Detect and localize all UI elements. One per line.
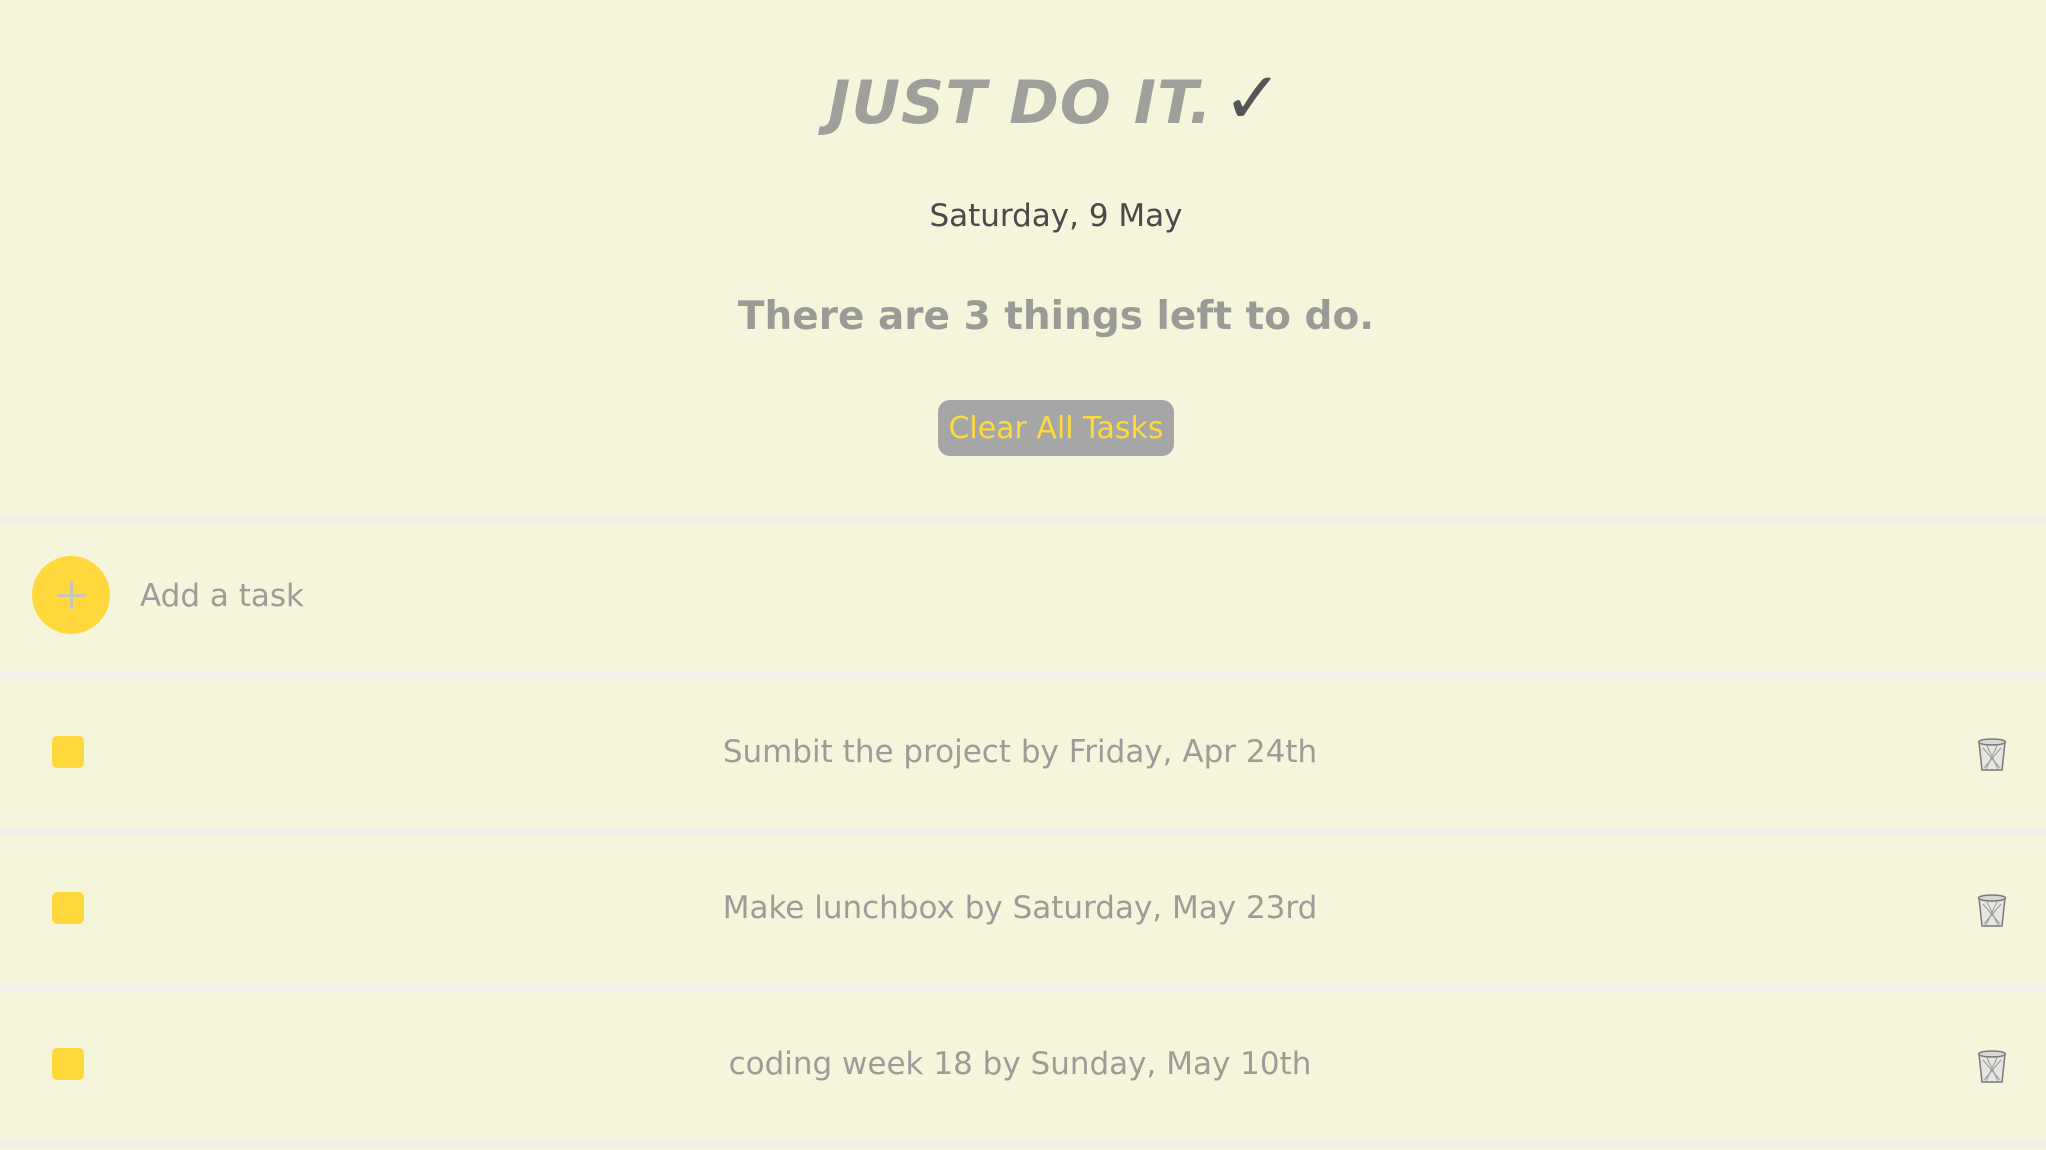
app-title-text: JUST DO IT. [828, 68, 1213, 138]
divider [0, 516, 2046, 524]
task-item: Sumbit the project by Friday, Apr 24th [0, 680, 2046, 828]
current-date: Saturday, 9 May [929, 198, 1183, 234]
task-text: coding week 18 by Sunday, May 10th [728, 1046, 1312, 1082]
divider [0, 984, 2046, 992]
trash-icon[interactable] [1976, 1048, 2008, 1084]
divider [0, 672, 2046, 680]
task-text: Sumbit the project by Friday, Apr 24th [722, 734, 1318, 770]
divider [0, 1140, 2046, 1148]
clear-all-tasks-button[interactable]: Clear All Tasks [938, 400, 1174, 456]
trash-icon[interactable] [1976, 892, 2008, 928]
trash-icon[interactable] [1976, 736, 2008, 772]
checkmark-icon: ✓ [1222, 56, 1284, 140]
tasks-remaining-text: There are 3 things left to do. [737, 294, 1375, 339]
add-task-input[interactable] [140, 572, 940, 620]
task-text: Make lunchbox by Saturday, May 23rd [722, 890, 1318, 926]
task-item: coding week 18 by Sunday, May 10th [0, 992, 2046, 1140]
add-task-button[interactable] [32, 556, 110, 634]
app-title: JUST DO IT. ✓ [0, 62, 2046, 139]
add-task-row [0, 524, 2046, 672]
divider [0, 828, 2046, 836]
task-item: Make lunchbox by Saturday, May 23rd [0, 836, 2046, 984]
header: JUST DO IT. ✓ Saturday, 9 May There are 3… [0, 0, 2046, 516]
